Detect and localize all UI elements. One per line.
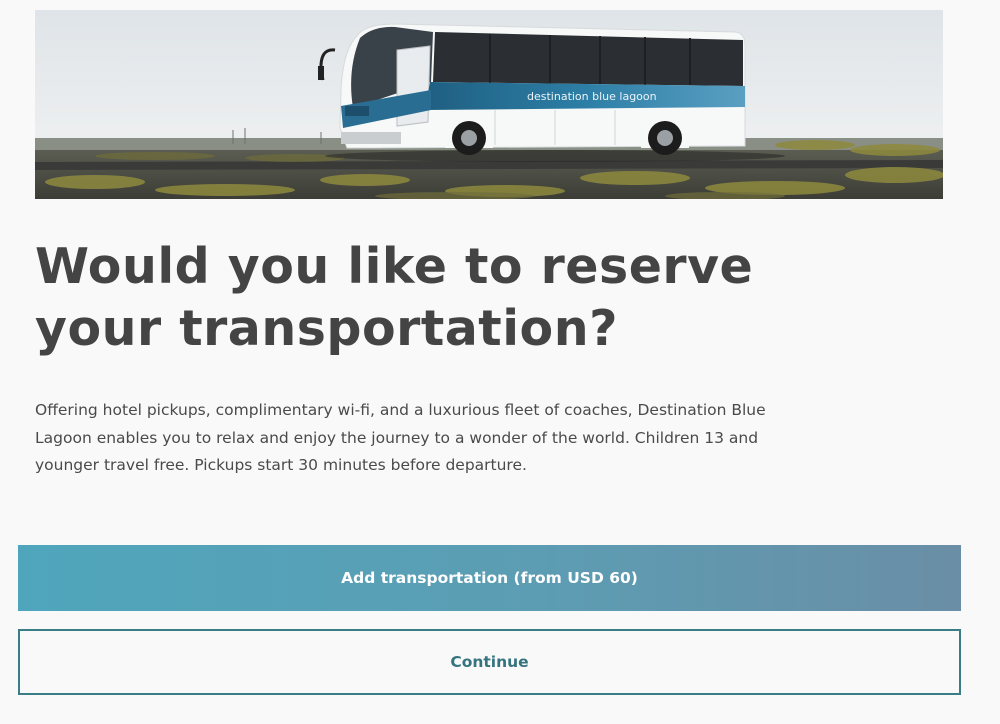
add-transportation-button[interactable]: Add transportation (from USD 60) <box>18 545 961 611</box>
transportation-description: Offering hotel pickups, complimentary wi… <box>35 401 766 474</box>
page-title: Would you like to reserve your transport… <box>35 238 754 357</box>
bus-photo: destination blue lagoon <box>35 10 943 199</box>
continue-button[interactable]: Continue <box>18 629 961 695</box>
bus-livery-text: destination blue lagoon <box>527 90 657 103</box>
hero-image: destination blue lagoon <box>35 10 943 199</box>
bus-graphic: destination blue lagoon <box>318 23 746 155</box>
